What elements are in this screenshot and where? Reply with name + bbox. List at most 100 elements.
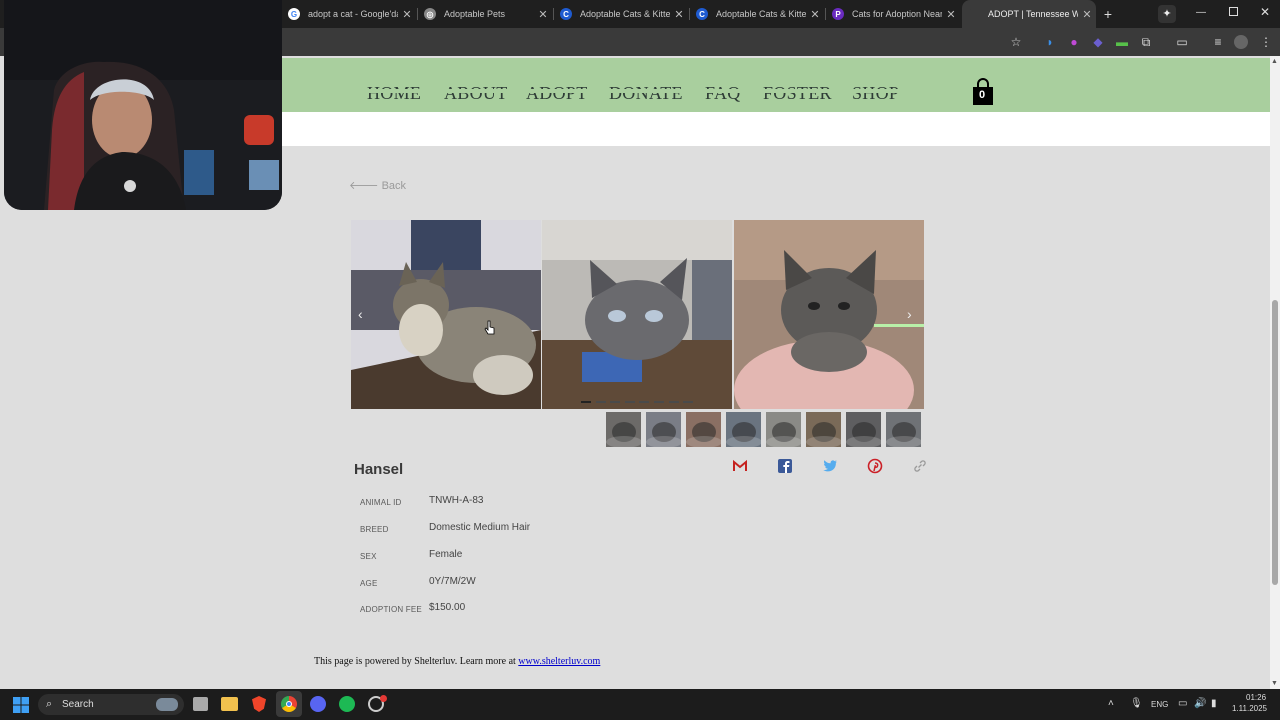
tab-close-icon[interactable]: ✕ [670, 8, 688, 21]
tab-favicon-icon: P [832, 8, 844, 20]
sidebar-icon[interactable]: ▭ [1174, 34, 1190, 50]
twitter-icon[interactable] [822, 458, 838, 474]
page-footer: This page is powered by Shelterluv. Lear… [314, 656, 600, 667]
gmail-icon[interactable] [732, 458, 748, 474]
photo-thumbnail[interactable] [726, 412, 761, 447]
detail-value: 0Y/7M/2W [429, 576, 476, 587]
microphone-icon[interactable]: 🎙 [1130, 698, 1143, 709]
carousel-dot[interactable] [624, 401, 635, 403]
carousel-next-icon[interactable]: › [907, 306, 912, 322]
volume-icon[interactable]: 🔊 [1194, 698, 1206, 709]
tab-separator [825, 8, 826, 20]
pet-photo-1[interactable] [351, 220, 541, 409]
tab-close-icon[interactable]: ✕ [1078, 8, 1096, 21]
carousel-dot[interactable] [639, 401, 650, 403]
taskbar-search[interactable]: ⌕ Search [38, 694, 184, 715]
carousel-dot[interactable] [683, 401, 694, 403]
facebook-icon[interactable] [777, 458, 793, 474]
back-link[interactable]: 🡐 Back [349, 178, 406, 192]
chrome-icon[interactable] [276, 691, 302, 717]
detail-value: Female [429, 549, 463, 560]
divider [308, 89, 962, 93]
bookmark-star-icon[interactable]: ☆ [1008, 34, 1024, 50]
pinterest-icon[interactable] [867, 458, 883, 474]
tab-close-icon[interactable]: ✕ [806, 8, 824, 21]
browser-tab[interactable]: Gadopt a cat - Google'da Ara✕ [282, 0, 416, 28]
restore-button[interactable] [1229, 7, 1238, 16]
browser-tab[interactable]: C Adoptable Cats & Kittens✕ [690, 0, 824, 28]
windows-start-icon[interactable] [13, 697, 29, 718]
carousel-prev-icon[interactable]: ‹ [358, 306, 363, 322]
battery-icon[interactable]: ▮ [1211, 698, 1217, 709]
nav-home[interactable]: HOME [367, 83, 421, 104]
notification-dot [380, 695, 387, 702]
cart-button[interactable]: 0 [972, 78, 994, 106]
tab-title: adopt a cat - Google'da Ara [308, 9, 398, 19]
profile-avatar[interactable] [1234, 35, 1248, 49]
carousel-dot[interactable] [581, 401, 591, 403]
nav-donate[interactable]: DONATE [609, 83, 683, 104]
photo-thumbnail[interactable] [686, 412, 721, 447]
tab-close-icon[interactable]: ✕ [398, 8, 416, 21]
extension-icon[interactable]: ▬ [1114, 34, 1130, 50]
photo-thumbnail[interactable] [886, 412, 921, 447]
browser-tab[interactable]: ◎ Adoptable Pets ✕ [418, 0, 552, 28]
extension-icon[interactable]: ◗ [1042, 34, 1058, 50]
pet-photo-2[interactable] [542, 220, 732, 409]
task-view-icon[interactable] [193, 697, 208, 711]
nav-shop[interactable]: SHOP [852, 83, 899, 104]
shelterluv-link[interactable]: www.shelterluv.com [518, 656, 600, 667]
spotify-icon[interactable] [339, 696, 355, 712]
extension-icon[interactable]: ● [1066, 34, 1082, 50]
nav-about[interactable]: ABOUT [444, 83, 508, 104]
tab-separator [417, 8, 418, 20]
tray-chevron-icon[interactable]: ˄ [1108, 698, 1114, 709]
nav-foster[interactable]: FOSTER [763, 83, 832, 104]
photo-thumbnail[interactable] [646, 412, 681, 447]
file-explorer-icon[interactable] [221, 697, 238, 711]
scrollbar-thumb[interactable] [1272, 300, 1278, 585]
menu-icon[interactable]: ⋮ [1258, 34, 1274, 50]
nav-adopt[interactable]: ADOPT [526, 83, 588, 104]
pet-photo-3[interactable] [734, 220, 924, 409]
language-indicator[interactable]: ENG [1151, 700, 1168, 709]
link-icon[interactable] [912, 458, 928, 474]
photo-thumbnail[interactable] [806, 412, 841, 447]
display-icon[interactable]: ▭ [1178, 698, 1187, 709]
tab-favicon-icon: G [288, 8, 300, 20]
extension-icon[interactable]: ◆ [1090, 34, 1106, 50]
carousel-dot[interactable] [654, 401, 664, 403]
minimize-button[interactable]: — [1196, 7, 1206, 18]
photo-thumbnail[interactable] [766, 412, 801, 447]
copilot-icon[interactable]: ✦ [1158, 5, 1176, 23]
tab-favicon-icon: C [560, 8, 572, 20]
carousel-dot[interactable] [595, 401, 606, 403]
tab-title: Adoptable Cats & Kittens [716, 9, 806, 19]
carousel-dot[interactable] [610, 401, 621, 403]
carousel-dot[interactable] [668, 401, 679, 403]
cart-count: 0 [979, 89, 986, 101]
clock-time[interactable]: 01:26 [1246, 693, 1266, 702]
extensions-puzzle-icon[interactable]: ⧉ [1138, 34, 1154, 50]
windows-taskbar [0, 689, 1280, 720]
mouse-cursor-icon [484, 320, 496, 341]
scroll-down-icon[interactable]: ▼ [1271, 680, 1278, 687]
scroll-up-icon[interactable]: ▲ [1271, 58, 1278, 65]
browser-tab[interactable]: P Cats for Adoption Near Me✕ [826, 0, 960, 28]
browser-tab[interactable]: C Adoptable Cats & Kittens✕ [554, 0, 688, 28]
pet-name: Hansel [354, 461, 404, 478]
browser-tab[interactable]: ADOPT | Tennessee Whiskers✕ [962, 0, 1096, 28]
close-window-button[interactable]: ✕ [1260, 5, 1270, 19]
clock-date[interactable]: 1.11.2025 [1232, 704, 1267, 713]
tab-favicon-icon: ◎ [424, 8, 436, 20]
discord-icon[interactable] [310, 696, 326, 712]
photo-thumbnail[interactable] [846, 412, 881, 447]
media-icon[interactable]: ≡ [1210, 34, 1226, 50]
photo-thumbnail[interactable] [606, 412, 641, 447]
site-navbar: HOME ABOUT ADOPT DONATE FAQ FOSTER SHOP … [282, 58, 1270, 112]
tab-close-icon[interactable]: ✕ [534, 8, 552, 21]
tab-close-icon[interactable]: ✕ [942, 8, 960, 21]
tab-title: Adoptable Cats & Kittens [580, 9, 670, 19]
nav-faq[interactable]: FAQ [705, 83, 741, 104]
new-tab-button[interactable]: + [1100, 6, 1116, 22]
